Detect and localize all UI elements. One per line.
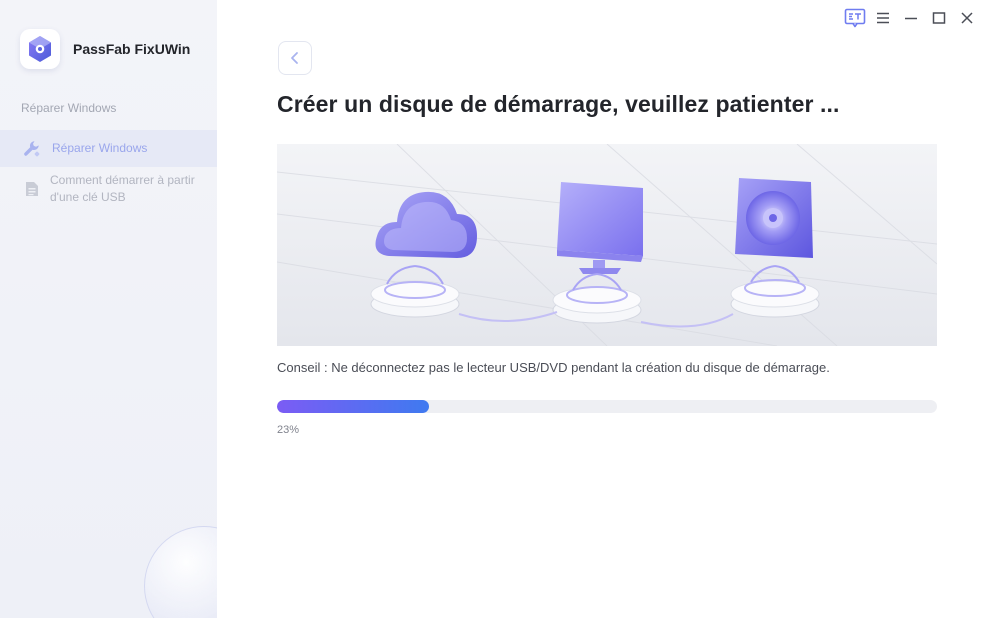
minimize-icon[interactable] xyxy=(897,8,925,28)
app-name: PassFab FixUWin xyxy=(73,41,191,57)
chevron-left-icon xyxy=(291,52,298,64)
progress-bar-fill xyxy=(277,400,429,413)
sidebar-section-label: Réparer Windows xyxy=(21,101,117,115)
brand: PassFab FixUWin xyxy=(20,29,190,69)
back-button[interactable] xyxy=(278,41,312,75)
wrench-icon xyxy=(22,139,42,159)
sidebar: PassFab FixUWin Réparer Windows Réparer … xyxy=(0,0,217,618)
app-logo-icon xyxy=(20,29,60,69)
decorative-bubble xyxy=(144,526,217,618)
page-title: Créer un disque de démarrage, veuillez p… xyxy=(277,91,840,117)
close-icon[interactable] xyxy=(953,8,981,28)
sidebar-item-label: Comment démarrer à partir d'une clé USB xyxy=(50,173,195,204)
document-icon xyxy=(22,179,42,199)
tip-text: Conseil : Ne déconnectez pas le lecteur … xyxy=(277,360,830,375)
progress-bar xyxy=(277,400,937,413)
sidebar-item-usb-boot-guide[interactable]: Comment démarrer à partir d'une clé USB xyxy=(0,172,217,206)
window-controls xyxy=(841,8,981,28)
sidebar-item-repair-windows[interactable]: Réparer Windows xyxy=(0,130,217,167)
boot-disk-illustration xyxy=(277,144,937,346)
maximize-icon[interactable] xyxy=(925,8,953,28)
sidebar-item-label: Réparer Windows xyxy=(52,141,148,155)
progress-percent: 23% xyxy=(277,424,300,436)
menu-icon[interactable] xyxy=(869,8,897,28)
feedback-icon[interactable] xyxy=(841,8,869,28)
